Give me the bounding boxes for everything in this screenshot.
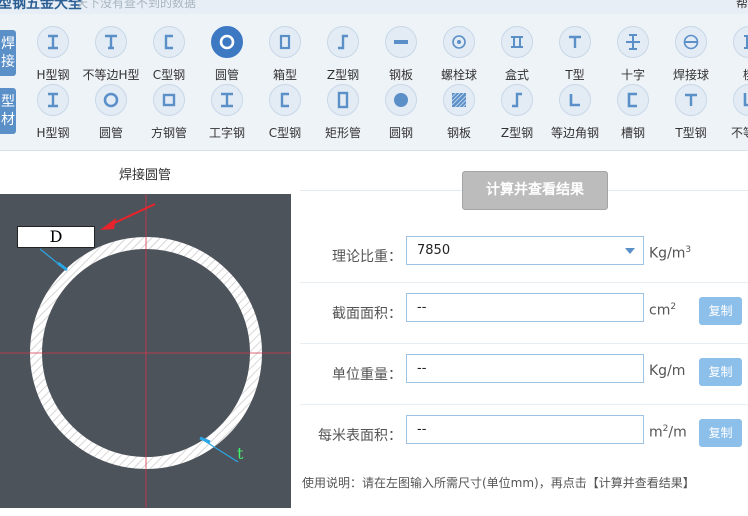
h-beam-icon (37, 26, 69, 58)
round-bar-icon (385, 84, 417, 116)
shape-toolbar: 焊 接 型 材 H型钢 不等边H型 C型钢 圆管 箱型 Z型钢 钢板 螺栓球 盒式 T型 十字 焊接球… (0, 14, 748, 151)
unequal-angle-icon (733, 84, 748, 116)
bolt-ball-icon (443, 26, 475, 58)
h-beam-icon (37, 84, 69, 116)
toolbar-item-z-section[interactable]: Z型钢 (312, 26, 374, 84)
app-slogan: 天下没有查不到的数据 (76, 0, 197, 10)
area-output[interactable]: -- (406, 293, 644, 322)
z-section-icon (327, 26, 359, 58)
cross-section-icon (617, 26, 649, 58)
toolbar-item-rect-tube[interactable]: 矩形管 (312, 84, 374, 142)
round-tube-icon (211, 26, 243, 58)
diameter-input[interactable]: D (17, 226, 95, 248)
toolbar-item-round-tube[interactable]: 圆管 (80, 84, 142, 142)
diagram-title: 焊接圆管 (118, 168, 171, 183)
toolbar-item-steel-plate[interactable]: 钢板 (370, 26, 432, 84)
toolbar-item-i-beam[interactable]: 工字钢 (196, 84, 258, 142)
round-tube-icon (95, 84, 127, 116)
toolbar-item-t-section[interactable]: T型 (544, 26, 606, 84)
toolbar-item-round-bar[interactable]: 圆钢 (370, 84, 432, 142)
c-channel-icon (153, 26, 185, 58)
area-unit: cm2 (649, 302, 677, 319)
density-unit: Kg/m3 (649, 245, 692, 262)
header-help-link[interactable]: 帮 (736, 0, 748, 11)
toolbar-item-equal-angle[interactable]: 等边角钢 (544, 84, 606, 142)
weight-output[interactable]: -- (406, 354, 644, 383)
surface-label: 每米表面积： (318, 428, 402, 444)
box-type-icon (501, 26, 533, 58)
steel-plate-icon (443, 84, 475, 116)
chevron-down-icon (625, 248, 635, 254)
density-select[interactable]: 7850 (406, 236, 644, 265)
category-profiles[interactable]: 型 材 (0, 88, 16, 134)
rect-tube-icon (327, 84, 359, 116)
density-value: 7850 (417, 243, 451, 258)
weight-row: 单位重量： -- Kg/m 复制 (300, 343, 748, 403)
density-label: 理论比重： (332, 249, 402, 265)
surface-output[interactable]: -- (406, 415, 644, 444)
square-tube-icon (153, 84, 185, 116)
toolbar-item-h-beam[interactable]: H型钢 (22, 26, 84, 84)
welded-ball-icon (675, 26, 707, 58)
weight-unit: Kg/m (649, 363, 686, 379)
input-hint-arrow-head (100, 218, 116, 230)
unequal-h-beam-icon (95, 26, 127, 58)
toolbar-item-box-section[interactable]: 箱型 (254, 26, 316, 84)
toolbar-item-bolt-ball[interactable]: 螺栓球 (428, 26, 490, 84)
toolbar-item-cross-section[interactable]: 十字 (602, 26, 664, 84)
i-beam-icon (211, 84, 243, 116)
t-section-icon (675, 84, 707, 116)
toolbar-item-t-section[interactable]: T型钢 (660, 84, 722, 142)
weight-label: 单位重量： (332, 367, 402, 383)
toolbar-item-steel-plate[interactable]: 钢板 (428, 84, 490, 142)
toolbar-item-label: 楔 (714, 66, 748, 83)
d-leader-mark (57, 261, 68, 272)
category-welded[interactable]: 焊 接 (0, 30, 16, 76)
channel-icon (617, 84, 649, 116)
equal-angle-icon (559, 84, 591, 116)
box-section-icon (269, 26, 301, 58)
copy-weight-button[interactable]: 复制 (699, 358, 742, 386)
thickness-input[interactable]: t (237, 444, 243, 463)
toolbar-item-unequal-angle[interactable]: 不等边 (718, 84, 748, 142)
surface-row: 每米表面积： -- m2/m 复制 (300, 404, 748, 464)
c-channel-icon (269, 84, 301, 116)
toolbar-item-box-type[interactable]: 盒式 (486, 26, 548, 84)
toolbar-item-h-beam[interactable]: H型钢 (22, 84, 84, 142)
area-label: 截面面积： (332, 306, 402, 322)
density-row: 理论比重： 7850 Kg/m3 (300, 226, 748, 286)
wedge-icon (733, 26, 748, 58)
toolbar-item-unequal-h-beam[interactable]: 不等边H型 (80, 26, 142, 84)
toolbar-item-channel[interactable]: 槽钢 (602, 84, 664, 142)
toolbar-item-z-section[interactable]: Z型钢 (486, 84, 548, 142)
toolbar-item-label: 不等边 (730, 126, 748, 140)
steel-plate-icon (385, 26, 417, 58)
toolbar-item-welded-ball[interactable]: 焊接球 (660, 26, 722, 84)
toolbar-item-square-tube[interactable]: 方钢管 (138, 84, 200, 142)
toolbar-item-round-tube[interactable]: 圆管 (196, 26, 258, 84)
z-section-icon (501, 84, 533, 116)
app-brand: 型钢五金大全 (0, 0, 82, 12)
toolbar-item-c-channel[interactable]: C型钢 (254, 84, 316, 142)
toolbar-item-c-channel[interactable]: C型钢 (138, 26, 200, 84)
copy-area-button[interactable]: 复制 (699, 297, 742, 325)
app-header: 型钢五金大全 天下没有查不到的数据 帮 (0, 0, 748, 14)
calculate-button[interactable]: 计算并查看结果 (462, 171, 608, 210)
surface-unit: m2/m (649, 424, 687, 441)
toolbar-item-wedge[interactable]: 楔 (718, 26, 748, 84)
usage-instructions: 使用说明：请在左图输入所需尺寸(单位mm)，再点击【计算并查看结果】 (302, 476, 695, 490)
area-row: 截面面积： -- cm2 复制 (300, 282, 748, 342)
copy-surface-button[interactable]: 复制 (699, 419, 742, 447)
t-section-icon (559, 26, 591, 58)
